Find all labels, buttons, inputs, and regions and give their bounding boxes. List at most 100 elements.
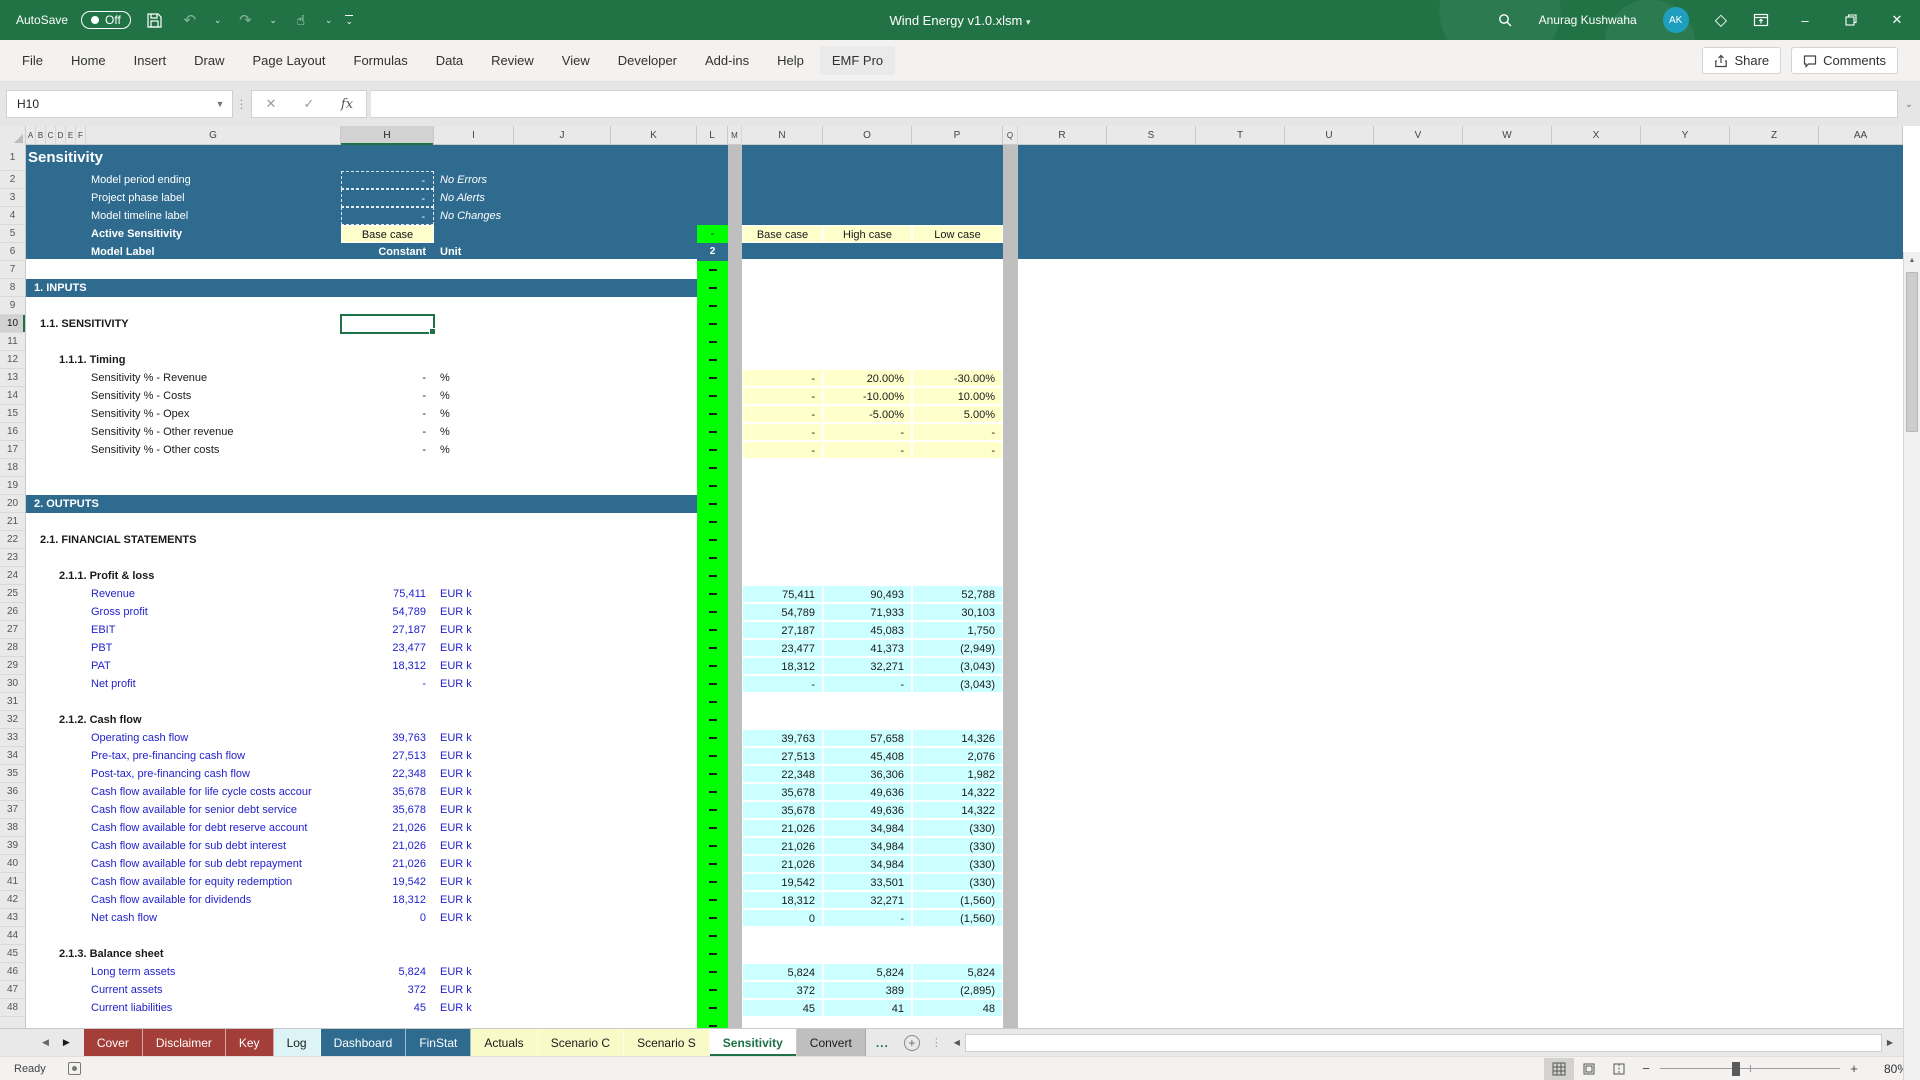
scroll-left-icon[interactable]: ◀ xyxy=(949,1038,965,1047)
more-sheets-button[interactable]: ... xyxy=(866,1029,899,1056)
row-header-33[interactable]: 33 xyxy=(0,729,25,747)
base-case-cell[interactable]: - xyxy=(742,441,823,459)
high-case-cell[interactable]: 36,306 xyxy=(823,765,912,783)
flag-cell[interactable]: - xyxy=(697,225,728,243)
base-case-cell[interactable]: 45 xyxy=(742,999,823,1017)
base-case-cell[interactable]: - xyxy=(742,675,823,693)
row-header-6[interactable]: 6 xyxy=(0,243,25,261)
row-header-36[interactable]: 36 xyxy=(0,783,25,801)
low-case-cell[interactable]: (3,043) xyxy=(912,657,1003,675)
name-box-dropdown-icon[interactable]: ▼ xyxy=(208,99,232,109)
constant-cell[interactable]: 0 xyxy=(341,909,434,927)
base-case-cell[interactable]: 372 xyxy=(742,981,823,999)
user-name[interactable]: Anurag Kushwaha xyxy=(1526,0,1650,40)
autosave-toggle[interactable]: Off xyxy=(81,11,131,29)
high-case-cell[interactable]: 41 xyxy=(823,999,912,1017)
row-header-17[interactable]: 17 xyxy=(0,441,25,459)
insert-function-icon[interactable]: fx xyxy=(328,97,366,112)
new-sheet-button[interactable]: + xyxy=(899,1029,925,1056)
base-case-cell[interactable]: 39,763 xyxy=(742,729,823,747)
base-case-cell[interactable]: 19,542 xyxy=(742,873,823,891)
high-case-cell[interactable]: 71,933 xyxy=(823,603,912,621)
col-header-G[interactable]: G xyxy=(86,126,341,145)
constant-cell[interactable]: - xyxy=(341,405,434,423)
col-header-R[interactable]: R xyxy=(1018,126,1107,145)
share-button[interactable]: Share xyxy=(1702,47,1781,74)
active-cell-selection[interactable] xyxy=(340,314,435,334)
constant-cell[interactable]: 18,312 xyxy=(341,657,434,675)
constant-cell[interactable]: - xyxy=(341,675,434,693)
base-case-cell[interactable]: - xyxy=(742,387,823,405)
sheet-tab-actuals[interactable]: Actuals xyxy=(471,1029,537,1056)
col-header-L[interactable]: L xyxy=(697,126,728,145)
row-header-25[interactable]: 25 xyxy=(0,585,25,603)
high-case-cell[interactable]: 389 xyxy=(823,981,912,999)
sheet-tab-disclaimer[interactable]: Disclaimer xyxy=(143,1029,226,1056)
base-case-cell[interactable]: 21,026 xyxy=(742,837,823,855)
high-case-cell[interactable]: - xyxy=(823,909,912,927)
row-header-27[interactable]: 27 xyxy=(0,621,25,639)
row-header-2[interactable]: 2 xyxy=(0,171,25,189)
spacer-column-m[interactable] xyxy=(728,145,742,1028)
high-case-cell[interactable]: 45,083 xyxy=(823,621,912,639)
row-header-31[interactable]: 31 xyxy=(0,693,25,711)
row-header-16[interactable]: 16 xyxy=(0,423,25,441)
low-case-cell[interactable]: (330) xyxy=(912,873,1003,891)
avatar[interactable]: AK xyxy=(1650,0,1702,40)
base-case-cell[interactable]: 27,187 xyxy=(742,621,823,639)
constant-cell[interactable]: 75,411 xyxy=(341,585,434,603)
constant-cell[interactable]: 35,678 xyxy=(341,801,434,819)
search-icon[interactable] xyxy=(1484,0,1526,40)
base-case-cell[interactable]: - xyxy=(742,369,823,387)
row-header-46[interactable]: 46 xyxy=(0,963,25,981)
constant-cell[interactable]: 39,763 xyxy=(341,729,434,747)
ribbon-tab-add-ins[interactable]: Add-ins xyxy=(693,46,761,75)
row-header-34[interactable]: 34 xyxy=(0,747,25,765)
ribbon-tab-help[interactable]: Help xyxy=(765,46,816,75)
ribbon-tab-review[interactable]: Review xyxy=(479,46,546,75)
ribbon-tab-data[interactable]: Data xyxy=(424,46,475,75)
model-count-cell[interactable]: 2 xyxy=(697,243,728,261)
flag-column-l[interactable]: - 2 xyxy=(697,225,728,1028)
ribbon-tab-file[interactable]: File xyxy=(10,46,55,75)
scroll-up-icon[interactable]: ▲ xyxy=(1904,252,1920,269)
ribbon-tab-formulas[interactable]: Formulas xyxy=(342,46,420,75)
base-case-cell[interactable]: 23,477 xyxy=(742,639,823,657)
low-case-cell[interactable]: (3,043) xyxy=(912,675,1003,693)
high-case-cell[interactable]: 45,408 xyxy=(823,747,912,765)
col-header-C[interactable]: C xyxy=(46,126,56,145)
low-case-cell[interactable]: (2,949) xyxy=(912,639,1003,657)
low-case-cell[interactable]: 5.00% xyxy=(912,405,1003,423)
row-header-8[interactable]: 8 xyxy=(0,279,25,297)
base-case-cell[interactable]: 21,026 xyxy=(742,819,823,837)
row-header-1[interactable]: 1 xyxy=(0,145,25,171)
row-header-20[interactable]: 20 xyxy=(0,495,25,513)
touch-mode-dropdown-icon[interactable]: ⌄ xyxy=(325,15,333,26)
constant-cell[interactable]: 23,477 xyxy=(341,639,434,657)
row-header-44[interactable]: 44 xyxy=(0,927,25,945)
row-header-13[interactable]: 13 xyxy=(0,369,25,387)
row-header-4[interactable]: 4 xyxy=(0,207,25,225)
low-case-cell[interactable]: (2,895) xyxy=(912,981,1003,999)
vertical-scrollbar-thumb[interactable] xyxy=(1906,272,1918,432)
constant-cell[interactable]: 21,026 xyxy=(341,855,434,873)
zoom-out-button[interactable]: − xyxy=(1634,1061,1658,1076)
high-case-cell[interactable]: 90,493 xyxy=(823,585,912,603)
col-header-B[interactable]: B xyxy=(36,126,46,145)
low-case-cell[interactable]: 14,326 xyxy=(912,729,1003,747)
page-layout-view-button[interactable] xyxy=(1574,1058,1604,1080)
horizontal-scrollbar[interactable]: ◀ ▶ xyxy=(949,1032,1898,1053)
row-header-41[interactable]: 41 xyxy=(0,873,25,891)
formula-bar-expand-icon[interactable]: ⌄ xyxy=(1898,99,1920,110)
premium-diamond-icon[interactable]: ◇ xyxy=(1702,0,1740,40)
constant-cell[interactable]: 5,824 xyxy=(341,963,434,981)
base-case-cell[interactable]: - xyxy=(742,405,823,423)
zoom-level[interactable]: 80% xyxy=(1866,1062,1908,1076)
constant-cell[interactable]: - xyxy=(341,369,434,387)
constant-cell[interactable]: - xyxy=(341,423,434,441)
constant-cell[interactable]: 35,678 xyxy=(341,783,434,801)
sheet-tab-sensitivity[interactable]: Sensitivity xyxy=(710,1029,797,1056)
base-case-cell[interactable]: 18,312 xyxy=(742,891,823,909)
low-case-cell[interactable]: (330) xyxy=(912,837,1003,855)
scroll-right-icon[interactable]: ▶ xyxy=(1882,1038,1898,1047)
